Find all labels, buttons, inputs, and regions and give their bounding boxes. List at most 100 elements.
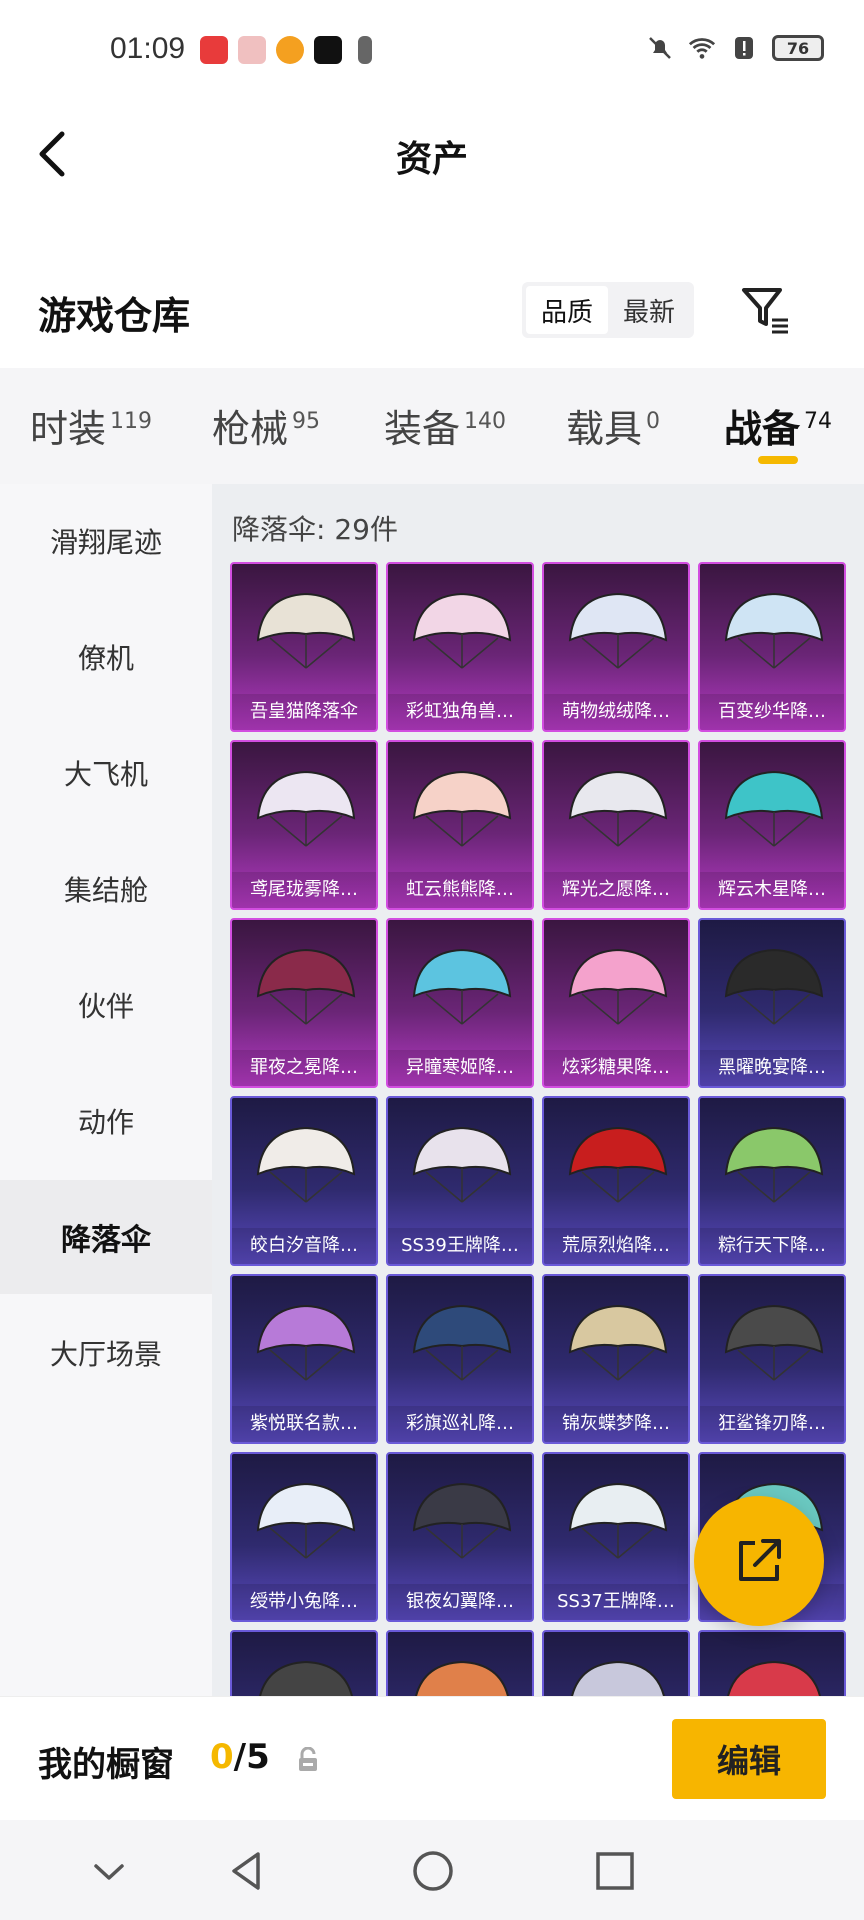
sort-newest-option[interactable]: 最新 xyxy=(608,286,690,334)
item-label: 吾皇猫降落伞 xyxy=(232,694,376,730)
parachute-item-tile[interactable]: 虹云熊熊降… xyxy=(386,740,534,910)
tab-label: 装备 xyxy=(384,407,461,451)
tab-count: 0 xyxy=(646,409,661,435)
parachute-icon xyxy=(256,1482,356,1559)
parachute-item-tile[interactable]: 荒原烈焰降… xyxy=(542,1096,690,1266)
sidebar-item-companion[interactable]: 伙伴 xyxy=(0,948,212,1062)
parachute-item-tile[interactable] xyxy=(542,1630,690,1696)
filter-icon xyxy=(742,288,788,334)
parachute-icon xyxy=(259,1660,353,1696)
mute-bell-icon xyxy=(646,34,674,62)
parachute-item-tile[interactable]: 彩旗巡礼降… xyxy=(386,1274,534,1444)
showcase-title: 我的橱窗 xyxy=(38,1745,174,1785)
category-tabs: 时装 119 枪械 95 装备 140 载具 0 战备 74 xyxy=(0,368,864,484)
status-time: 01:09 xyxy=(110,32,186,65)
status-bar: 01:09 76 xyxy=(0,0,864,104)
item-label: 炫彩糖果降… xyxy=(544,1050,688,1086)
parachute-item-tile[interactable]: 百变纱华降… xyxy=(698,562,846,732)
sidebar-item-pod[interactable]: 集结舱 xyxy=(0,832,212,946)
item-label: SS39王牌降… xyxy=(388,1228,532,1264)
parachute-item-tile[interactable]: SS39王牌降… xyxy=(386,1096,534,1266)
parachute-item-tile[interactable]: 异瞳寒姬降… xyxy=(386,918,534,1088)
tab-count: 95 xyxy=(292,409,321,435)
item-label: 萌物绒绒降… xyxy=(544,694,688,730)
notification-app-icon xyxy=(276,36,304,64)
parachute-item-tile[interactable]: 紫悦联名款… xyxy=(230,1274,378,1444)
item-label: 百变纱华降… xyxy=(700,694,844,730)
alert-icon xyxy=(358,36,372,64)
parachute-item-tile[interactable]: 罪夜之冕降… xyxy=(230,918,378,1088)
parachute-icon xyxy=(568,1126,668,1203)
tab-count: 140 xyxy=(464,409,507,435)
back-triangle-icon xyxy=(232,1852,260,1890)
status-app-icons xyxy=(200,36,372,64)
active-tab-indicator xyxy=(758,456,798,464)
item-label: 辉光之愿降… xyxy=(544,872,688,908)
parachute-item-tile[interactable] xyxy=(230,1630,378,1696)
item-label: 异瞳寒姬降… xyxy=(388,1050,532,1086)
sidebar-item-plane[interactable]: 大飞机 xyxy=(0,716,212,830)
parachute-item-tile[interactable]: 彩虹独角兽… xyxy=(386,562,534,732)
sidebar-item-emote[interactable]: 动作 xyxy=(0,1064,212,1178)
lock-icon xyxy=(296,1746,320,1773)
item-label: 黑曜晚宴降… xyxy=(700,1050,844,1086)
system-back-button[interactable] xyxy=(222,1846,272,1896)
parachute-item-tile[interactable] xyxy=(386,1630,534,1696)
sidebar-item-lobby-scene[interactable]: 大厅场景 xyxy=(0,1296,212,1410)
tiktok-icon xyxy=(314,36,342,64)
sort-quality-option[interactable]: 品质 xyxy=(526,286,608,334)
tab-label: 载具 xyxy=(566,407,643,451)
recents-button[interactable] xyxy=(590,1846,640,1896)
parachute-item-tile[interactable]: 鸢尾珑雾降… xyxy=(230,740,378,910)
parachute-item-tile[interactable]: 银夜幻翼降… xyxy=(386,1452,534,1622)
parachute-item-tile[interactable]: 皎白汐音降… xyxy=(230,1096,378,1266)
item-label: 银夜幻翼降… xyxy=(388,1584,532,1620)
status-right: 76 xyxy=(646,34,824,62)
sidebar-item-glide-trail[interactable]: 滑翔尾迹 xyxy=(0,484,212,598)
parachute-icon xyxy=(412,948,512,1025)
parachute-item-tile[interactable] xyxy=(698,1630,846,1696)
showcase-bar: 我的橱窗 0/5 编辑 xyxy=(0,1696,864,1820)
item-label: 辉云木星降… xyxy=(700,872,844,908)
item-label: 虹云熊熊降… xyxy=(388,872,532,908)
sidebar: 滑翔尾迹 僚机 大飞机 集结舱 伙伴 动作 降落伞 大厅场景 xyxy=(0,484,212,1696)
parachute-item-tile[interactable]: 黑曜晚宴降… xyxy=(698,918,846,1088)
parachute-icon xyxy=(256,1126,356,1203)
edit-button[interactable]: 编辑 xyxy=(672,1719,826,1799)
parachute-item-tile[interactable]: 辉云木星降… xyxy=(698,740,846,910)
collapse-button[interactable] xyxy=(84,1846,134,1896)
showcase-count-current: 0 xyxy=(210,1737,234,1777)
share-button[interactable] xyxy=(694,1496,824,1626)
parachute-item-tile[interactable]: 狂鲨锋刃降… xyxy=(698,1274,846,1444)
parachute-item-tile[interactable]: 绶带小兔降… xyxy=(230,1452,378,1622)
notification-app-icon xyxy=(238,36,266,64)
tab-combat-gear[interactable]: 战备 74 xyxy=(724,398,832,453)
parachute-item-tile[interactable]: 锦灰蝶梦降… xyxy=(542,1274,690,1444)
parachute-icon xyxy=(568,592,668,669)
item-label: 狂鲨锋刃降… xyxy=(700,1406,844,1442)
parachute-item-tile[interactable]: 炫彩糖果降… xyxy=(542,918,690,1088)
parachute-icon xyxy=(724,592,824,669)
parachute-item-tile[interactable]: SS37王牌降… xyxy=(542,1452,690,1622)
parachute-icon xyxy=(412,592,512,669)
tab-fashion[interactable]: 时装 119 xyxy=(30,398,152,453)
filter-button[interactable] xyxy=(738,282,794,338)
parachute-icon xyxy=(568,948,668,1025)
parachute-item-tile[interactable]: 吾皇猫降落伞 xyxy=(230,562,378,732)
sidebar-item-wingman[interactable]: 僚机 xyxy=(0,600,212,714)
battery-indicator: 76 xyxy=(772,35,824,61)
parachute-item-tile[interactable]: 粽行天下降… xyxy=(698,1096,846,1266)
home-button[interactable] xyxy=(408,1846,458,1896)
tab-weapons[interactable]: 枪械 95 xyxy=(212,398,320,453)
parachute-icon xyxy=(727,1660,821,1696)
item-label: 锦灰蝶梦降… xyxy=(544,1406,688,1442)
tab-vehicles[interactable]: 载具 0 xyxy=(566,398,660,453)
sidebar-item-parachute[interactable]: 降落伞 xyxy=(0,1180,212,1294)
warehouse-title: 游戏仓库 xyxy=(38,294,191,338)
tab-label: 时装 xyxy=(30,407,107,451)
parachute-item-tile[interactable]: 辉光之愿降… xyxy=(542,740,690,910)
parachute-item-tile[interactable]: 萌物绒绒降… xyxy=(542,562,690,732)
item-label: 罪夜之冕降… xyxy=(232,1050,376,1086)
item-label: 皎白汐音降… xyxy=(232,1228,376,1264)
tab-equipment[interactable]: 装备 140 xyxy=(384,398,506,453)
